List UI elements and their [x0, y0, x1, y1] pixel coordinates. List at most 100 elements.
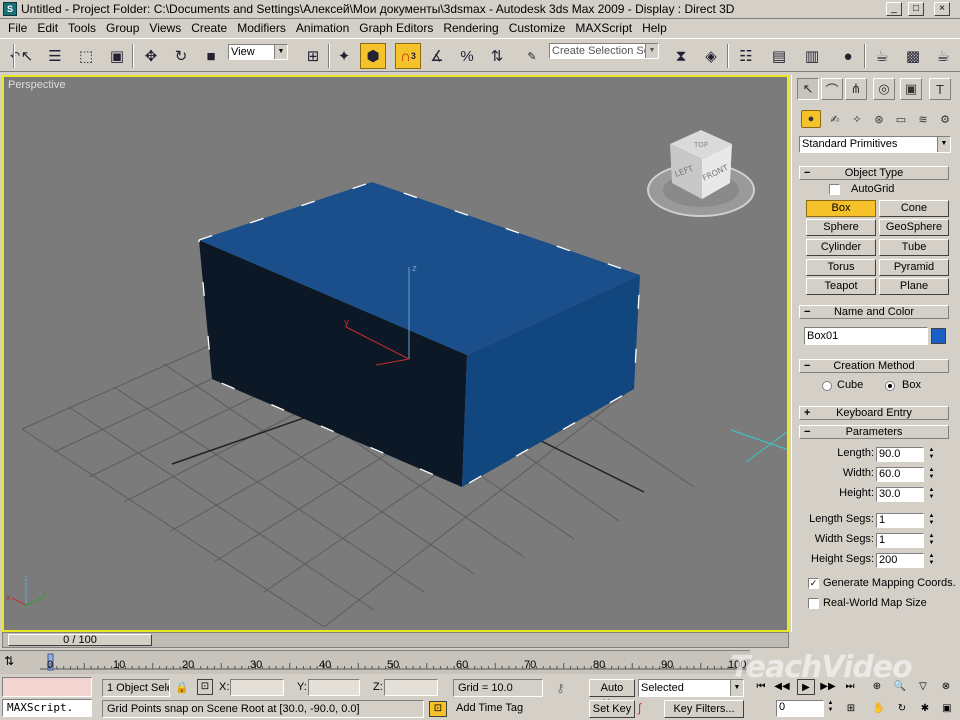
menu-modifiers[interactable]: Modifiers — [232, 21, 291, 35]
create-tab-icon[interactable]: ↖ — [797, 78, 819, 100]
menu-file[interactable]: File — [3, 21, 32, 35]
time-slider[interactable]: 0 / 100 — [2, 632, 789, 648]
edit-named-selection-icon[interactable]: ✎ — [519, 43, 545, 69]
cylinder-button[interactable]: Cylinder — [806, 239, 876, 256]
hierarchy-tab-icon[interactable]: ⋔ — [845, 78, 867, 100]
layer-manager-icon[interactable]: ☷ — [733, 43, 759, 69]
generate-mapping-checkbox[interactable]: ✓ — [808, 578, 819, 589]
height-spinner[interactable]: 30.0 — [876, 487, 924, 502]
material-editor-icon[interactable]: ● — [835, 43, 861, 69]
object-name-field[interactable]: Box01 — [804, 327, 928, 345]
add-time-tag-button[interactable]: Add Time Tag — [452, 700, 544, 718]
length-segs-spinner[interactable]: 1 — [876, 513, 924, 528]
menu-rendering[interactable]: Rendering — [438, 21, 503, 35]
named-selection-sets-dropdown[interactable]: Create Selection Set ▼ — [549, 43, 659, 59]
box-button[interactable]: Box — [806, 200, 876, 217]
spinner-snap-icon[interactable]: ⇅ — [484, 43, 510, 69]
menu-views[interactable]: Views — [144, 21, 186, 35]
snaps-toggle-icon[interactable]: ∩ 3 — [395, 43, 421, 69]
menu-create[interactable]: Create — [186, 21, 232, 35]
geometry-icon[interactable]: ● — [801, 110, 821, 128]
box-radio[interactable] — [885, 381, 895, 391]
absolute-mode-icon[interactable]: ⊡ — [197, 679, 213, 695]
walk-through-icon[interactable]: ↻ — [893, 701, 911, 717]
object-color-swatch[interactable] — [931, 328, 946, 344]
teapot-button[interactable]: Teapot — [806, 278, 876, 295]
spinner-arrows-icon[interactable]: ▲ ▼ — [927, 447, 936, 462]
torus-button[interactable]: Torus — [806, 259, 876, 276]
viewcube[interactable]: TOP LEFT FRONT — [647, 130, 755, 217]
set-key-curve-icon[interactable]: ∫ — [638, 701, 641, 715]
mirror-icon[interactable]: ⧗ — [668, 43, 694, 69]
mini-curve-editor-icon[interactable]: ⇅ — [4, 654, 14, 668]
rendered-frame-window-icon[interactable]: ▩ — [900, 43, 926, 69]
display-tab-icon[interactable]: ▣ — [900, 78, 922, 100]
key-icon[interactable]: ⚷ — [556, 681, 565, 695]
space-warps-icon[interactable]: ≋ — [913, 110, 933, 128]
width-spinner[interactable]: 60.0 — [876, 467, 924, 482]
schematic-view-icon[interactable]: ▥ — [799, 43, 825, 69]
spinner-arrows-icon[interactable]: ▲ ▼ — [826, 700, 835, 715]
time-slider-handle[interactable]: 0 / 100 — [8, 634, 152, 646]
field-of-view-icon[interactable]: ▽ — [914, 679, 932, 695]
autogrid-checkbox[interactable] — [829, 184, 840, 195]
align-icon[interactable]: ◈ — [698, 43, 724, 69]
name-and-color-rollout[interactable]: − Name and Color — [799, 305, 949, 319]
selection-region-icon[interactable]: ⬚ — [73, 43, 99, 69]
close-button[interactable]: × — [934, 2, 950, 16]
width-segs-spinner[interactable]: 1 — [876, 533, 924, 548]
menu-graph-editors[interactable]: Graph Editors — [354, 21, 438, 35]
parameters-rollout[interactable]: − Parameters — [799, 425, 949, 439]
quick-render-icon[interactable]: ☕ — [930, 43, 956, 69]
spinner-arrows-icon[interactable]: ▲ ▼ — [927, 533, 936, 548]
creation-method-rollout[interactable]: − Creation Method — [799, 359, 949, 373]
zoom-icon[interactable]: 🔍 — [891, 679, 909, 695]
keyboard-entry-rollout[interactable]: + Keyboard Entry — [799, 406, 949, 420]
menu-group[interactable]: Group — [101, 21, 144, 35]
current-frame-field[interactable]: 0 — [776, 700, 824, 717]
next-frame-icon[interactable]: ▶▶ — [819, 679, 837, 695]
plane-button[interactable]: Plane — [879, 278, 949, 295]
category-dropdown[interactable]: Standard Primitives ▼ — [799, 136, 951, 153]
time-configuration-icon[interactable]: ⊞ — [842, 701, 860, 717]
scale-icon[interactable]: ■ — [198, 43, 224, 69]
utilities-tab-icon[interactable]: T — [929, 78, 951, 100]
cameras-icon[interactable]: ⊛ — [869, 110, 889, 128]
arc-rotate-icon[interactable]: ✱ — [916, 701, 934, 717]
tube-button[interactable]: Tube — [879, 239, 949, 256]
cube-radio[interactable] — [822, 381, 832, 391]
menu-animation[interactable]: Animation — [291, 21, 354, 35]
menu-tools[interactable]: Tools — [63, 21, 101, 35]
cone-button[interactable]: Cone — [879, 200, 949, 217]
maximize-button[interactable]: □ — [908, 2, 924, 16]
helpers-icon[interactable]: ▭ — [891, 110, 911, 128]
key-filters-button[interactable]: Key Filters... — [664, 700, 744, 718]
play-icon[interactable]: ▶ — [797, 679, 815, 695]
goto-end-icon[interactable]: ⏭ — [841, 679, 859, 695]
reference-coord-system-dropdown[interactable]: View ▼ — [228, 44, 288, 60]
perspective-viewport[interactable]: Perspective z y TOP LEFT FRONT z x y — [2, 75, 789, 632]
select-object-icon[interactable]: ↖ — [14, 43, 40, 69]
pivot-center-icon[interactable]: ⊞ — [300, 43, 326, 69]
spinner-arrows-icon[interactable]: ▲ ▼ — [927, 487, 936, 502]
render-setup-icon[interactable]: ☕ — [869, 43, 895, 69]
object-type-rollout[interactable]: − Object Type — [799, 166, 949, 180]
curve-editor-icon[interactable]: ▤ — [766, 43, 792, 69]
spinner-arrows-icon[interactable]: ▲ ▼ — [927, 553, 936, 568]
menu-customize[interactable]: Customize — [504, 21, 571, 35]
zoom-extents-icon[interactable]: ⊕ — [868, 679, 886, 695]
motion-tab-icon[interactable]: ◎ — [873, 78, 895, 100]
auto-key-button[interactable]: Auto Key — [589, 679, 635, 710]
maxscript-mini-listener-top[interactable] — [2, 677, 92, 697]
keyboard-shortcut-override-icon[interactable]: ⬢ — [360, 43, 386, 69]
modify-tab-icon[interactable]: ⌒ — [821, 78, 843, 100]
systems-icon[interactable]: ⚙ — [935, 110, 955, 128]
goto-start-icon[interactable]: ⏮ — [752, 679, 770, 695]
menu-maxscript[interactable]: MAXScript — [570, 21, 637, 35]
spinner-arrows-icon[interactable]: ▲ ▼ — [927, 513, 936, 528]
rotate-icon[interactable]: ↻ — [168, 43, 194, 69]
x-coord-field[interactable] — [230, 679, 284, 696]
select-and-manipulate-icon[interactable]: ✦ — [331, 43, 357, 69]
time-tag-icon[interactable]: ⊡ — [429, 701, 447, 717]
menu-edit[interactable]: Edit — [32, 21, 63, 35]
